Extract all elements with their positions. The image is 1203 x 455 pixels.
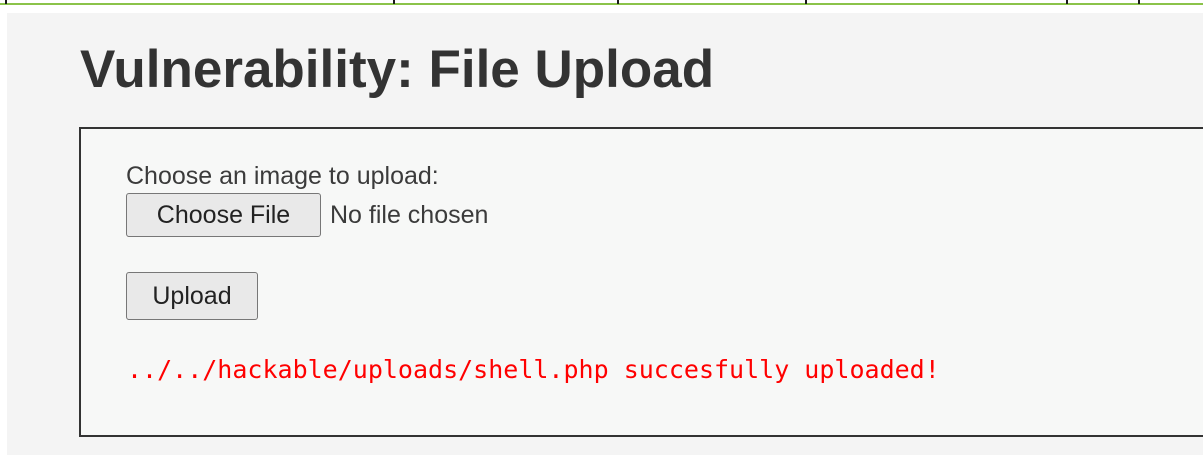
upload-success-message: ../../hackable/uploads/shell.php succesf… bbox=[127, 355, 940, 384]
top-fragment bbox=[1066, 0, 1068, 4]
file-chosen-status: No file chosen bbox=[330, 201, 489, 229]
cropped-top-fragments bbox=[0, 0, 1203, 5]
choose-file-button[interactable]: Choose File bbox=[126, 193, 321, 237]
top-fragment bbox=[5, 0, 7, 4]
page-title: Vulnerability: File Upload bbox=[80, 40, 715, 99]
top-fragment bbox=[805, 0, 807, 4]
choose-image-label: Choose an image to upload: bbox=[126, 162, 439, 190]
upload-button[interactable]: Upload bbox=[126, 272, 258, 320]
file-input[interactable]: Choose File No file chosen bbox=[126, 192, 488, 238]
top-fragment bbox=[617, 0, 619, 4]
top-fragment bbox=[1138, 0, 1140, 4]
upload-form-box: Choose an image to upload: Choose File N… bbox=[79, 127, 1203, 437]
top-fragment bbox=[393, 0, 395, 4]
